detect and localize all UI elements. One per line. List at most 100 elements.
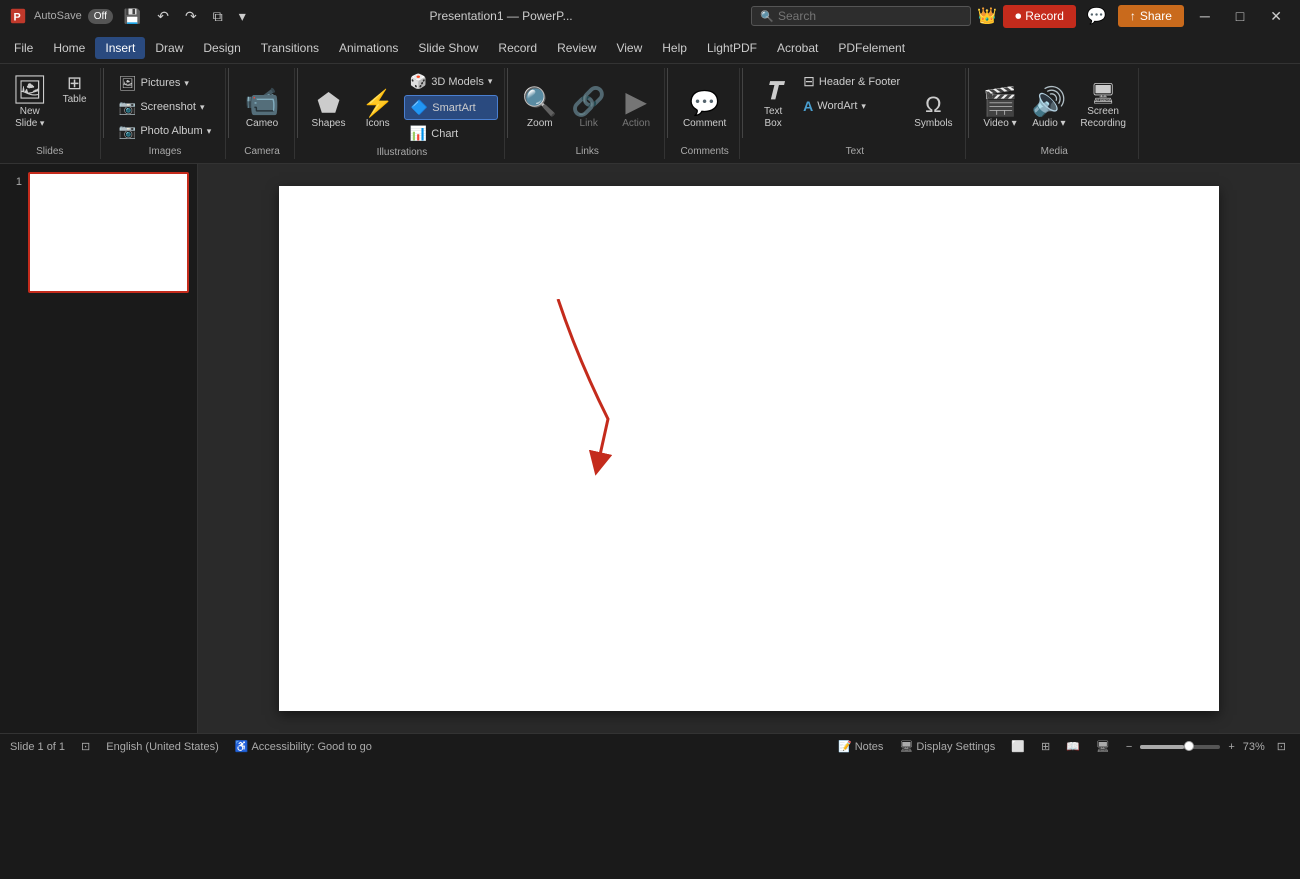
divider-7 [968,68,969,138]
smartart-button[interactable]: 🔷 SmartArt [404,95,499,120]
menu-design[interactable]: Design [193,37,250,59]
divider-6 [742,68,743,138]
slide-sorter-button[interactable]: ⊞ [1037,740,1054,753]
camera-content: 📹 Cameo [239,70,286,144]
menu-home[interactable]: Home [43,37,95,59]
reading-view-button[interactable]: 📖 [1062,740,1084,753]
menu-file[interactable]: File [4,37,43,59]
text-box-button[interactable]: 𝐓 TextBox [751,70,795,134]
screenshot-label: Screenshot [140,101,196,113]
zoom-in-button[interactable]: + [1224,741,1238,753]
screen-recording-button[interactable]: 🖥 ScreenRecording [1074,70,1132,134]
fit-page-button[interactable]: ⊡ [1273,740,1290,753]
photo-album-button[interactable]: 📷 Photo Album ▾ [113,120,217,143]
shapes-label: Shapes [312,118,346,130]
search-box[interactable]: 🔍 [751,6,971,26]
comment-button[interactable]: 💬 Comment [677,70,732,134]
ribbon-group-links: 🔍 Zoom 🔗 Link ▶ Action Links [510,68,665,159]
illustrations-content: ⬟ Shapes ⚡ Icons 🎲 3D Models ▾ 🔷 SmartAr… [306,70,499,145]
notes-button[interactable]: 📝 Notes [834,740,887,753]
ribbon-group-illustrations: ⬟ Shapes ⚡ Icons 🎲 3D Models ▾ 🔷 SmartAr… [300,68,506,159]
menu-acrobat[interactable]: Acrobat [767,37,828,59]
divider-5 [667,68,668,138]
wordart-button[interactable]: A WordArt ▾ [797,95,906,117]
zoom-slider[interactable] [1140,745,1220,749]
customize-qat-button[interactable]: ▾ [234,6,251,27]
icons-button[interactable]: ⚡ Icons [355,70,399,134]
autosave-toggle[interactable]: Off [88,9,113,24]
3d-models-button[interactable]: 🎲 3D Models ▾ [404,70,499,93]
canvas-area [198,164,1300,733]
screenshot-button[interactable]: 📷 Screenshot ▾ [113,96,211,119]
action-icon: ▶ [625,88,647,116]
chart-button[interactable]: 📊 Chart [404,122,499,145]
undo-button[interactable]: ↶ [152,6,174,27]
menu-help[interactable]: Help [652,37,697,59]
menu-record[interactable]: Record [488,37,547,59]
header-footer-icon: ⊟ [803,73,815,90]
cameo-button[interactable]: 📹 Cameo [239,70,286,134]
illus-right: 🎲 3D Models ▾ 🔷 SmartArt 📊 Chart [404,70,499,145]
action-button[interactable]: ▶ Action [614,70,658,134]
title-bar-right: 🔍 👑 ⏺ Record 💬 ↑ Share ─ □ ✕ [751,4,1292,29]
slide-thumb-1[interactable] [28,172,189,293]
save-button[interactable]: 💾 [119,6,146,27]
menu-pdfelement[interactable]: PDFelement [828,37,915,59]
audio-button[interactable]: 🔊 Audio ▾ [1025,70,1072,134]
menu-view[interactable]: View [606,37,652,59]
record-button-title[interactable]: ⏺ Record [1003,5,1076,28]
zoom-out-button[interactable]: − [1122,741,1136,753]
video-label: Video ▾ [983,118,1016,130]
pictures-button[interactable]: 🖼 Pictures ▾ [113,72,195,95]
new-slide-label: NewSlide [15,106,44,130]
presenter-view-button[interactable]: 🖥 [1092,740,1114,753]
status-bar: Slide 1 of 1 ⊡ English (United States) ♿… [0,733,1300,759]
new-slide-button[interactable]: 🖼 NewSlide [6,70,54,134]
menu-lightpdf[interactable]: LightPDF [697,37,767,59]
zoom-button[interactable]: 🔍 Zoom [516,70,563,134]
filename-label: Presentation1 — PowerP... [429,9,572,23]
symbols-button[interactable]: Ω Symbols [908,70,958,134]
menu-transitions[interactable]: Transitions [251,37,329,59]
minimize-button[interactable]: ─ [1190,4,1220,28]
normal-view-button[interactable]: ⬜ [1007,740,1029,753]
redo-button[interactable]: ↷ [180,6,202,27]
images-content: 🖼 Pictures ▾ 📷 Screenshot ▾ 📷 Photo Albu… [113,70,217,144]
link-button[interactable]: 🔗 Link [565,70,612,134]
comments-group-label: Comments [680,146,728,157]
accessibility-button[interactable]: ♿ Accessibility: Good to go [231,740,376,753]
table-button[interactable]: ⊞ Table [56,70,94,110]
display-settings-button[interactable]: 🖥 Display Settings [895,740,999,753]
menu-draw[interactable]: Draw [145,37,193,59]
icons-label: Icons [366,118,390,130]
media-content: 🎬 Video ▾ 🔊 Audio ▾ 🖥 ScreenRecording [977,70,1132,144]
zoom-level: 73% [1243,741,1265,753]
present-button[interactable]: ⧉ [208,6,228,27]
link-icon: 🔗 [571,88,606,116]
screen-recording-label: ScreenRecording [1080,106,1126,130]
title-bar: P AutoSave Off 💾 ↶ ↷ ⧉ ▾ Presentation1 —… [0,0,1300,32]
slide-canvas[interactable] [279,186,1219,711]
zoom-icon: 🔍 [522,88,557,116]
menu-insert[interactable]: Insert [95,37,145,59]
maximize-button[interactable]: □ [1226,4,1254,28]
fit-slide-button[interactable]: ⊡ [77,740,94,753]
video-button[interactable]: 🎬 Video ▾ [977,70,1024,134]
share-button[interactable]: ↑ Share [1118,5,1184,27]
menu-review[interactable]: Review [547,37,606,59]
close-button[interactable]: ✕ [1260,4,1292,29]
comment-label: Comment [683,118,726,130]
notes-icon: 📝 [838,740,852,753]
menu-animations[interactable]: Animations [329,37,408,59]
shapes-icon: ⬟ [317,90,340,116]
comments-button-title[interactable]: 💬 [1082,4,1112,28]
slide-number-1: 1 [8,176,22,188]
title-bar-left: P AutoSave Off 💾 ↶ ↷ ⧉ ▾ [8,6,251,27]
audio-label: Audio ▾ [1032,118,1065,130]
zoom-slider-fill [1140,745,1184,749]
header-footer-button[interactable]: ⊟ Header & Footer [797,70,906,93]
search-input[interactable] [778,9,958,23]
shapes-button[interactable]: ⬟ Shapes [306,70,352,134]
menu-slideshow[interactable]: Slide Show [408,37,488,59]
status-left: Slide 1 of 1 ⊡ English (United States) ♿… [10,740,376,753]
